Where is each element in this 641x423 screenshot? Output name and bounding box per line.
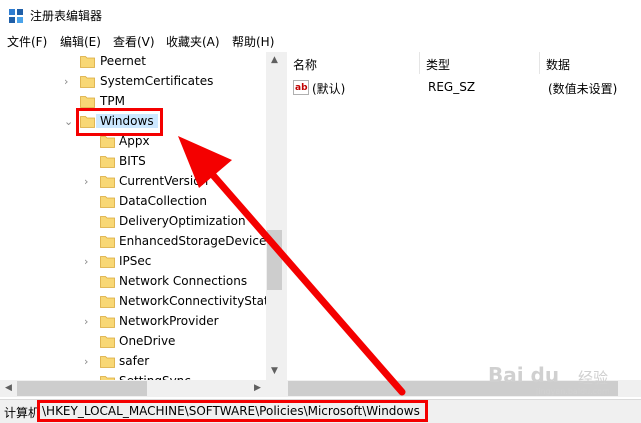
column-header-type[interactable]: 类型 — [420, 52, 540, 74]
folder-icon — [80, 56, 95, 68]
folder-icon — [100, 256, 115, 268]
title-bar: 注册表编辑器 — [0, 0, 641, 30]
folder-icon — [100, 196, 115, 208]
tree-scroll-thumb[interactable] — [267, 230, 282, 290]
tree-item-label: Network Connections — [119, 274, 248, 288]
path-highlight-box — [37, 400, 428, 422]
folder-icon — [100, 156, 115, 168]
svg-text:ab: ab — [295, 83, 308, 93]
tree-item[interactable]: DeliveryOptimization — [0, 212, 266, 232]
tree-item-label: safer — [119, 354, 150, 368]
window-title: 注册表编辑器 — [30, 9, 103, 23]
chevron-right-icon[interactable]: › — [64, 75, 74, 89]
chevron-right-icon[interactable]: › — [84, 255, 94, 269]
tree-item[interactable]: › safer — [0, 352, 266, 372]
value-row[interactable]: ab (默认) REG_SZ (数值未设置) — [287, 78, 641, 98]
values-list[interactable]: 名称 类型 数据 ab (默认) REG_SZ (数值未设置) — [287, 52, 641, 397]
tree-item-label: Peernet — [100, 54, 146, 68]
tree-vertical-scrollbar[interactable]: ▲ ▼ — [266, 52, 283, 380]
scroll-right-arrow-icon[interactable]: ▶ — [249, 380, 266, 397]
folder-icon — [100, 276, 115, 288]
column-header-name[interactable]: 名称 — [287, 52, 420, 74]
watermark-url: jingyan.baidu.com — [536, 387, 610, 396]
watermark-sub: 经验 — [578, 369, 609, 387]
folder-icon — [100, 136, 115, 148]
tree-item[interactable]: DataCollection — [0, 192, 266, 212]
folder-icon — [100, 316, 115, 328]
menu-bar: 文件(F) 编辑(E) 查看(V) 收藏夹(A) 帮助(H) — [0, 30, 641, 51]
tree-item[interactable]: Network Connections — [0, 272, 266, 292]
registry-tree[interactable]: Peernet › SystemCertificates TPM ⌄ Windows App… — [0, 52, 283, 397]
column-header-data[interactable]: 数据 — [540, 52, 641, 74]
folder-icon — [100, 296, 115, 308]
folder-icon — [80, 96, 95, 108]
folder-icon — [100, 336, 115, 348]
folder-icon — [100, 176, 115, 188]
tree-item[interactable]: Peernet — [0, 52, 266, 72]
tree-item[interactable]: › NetworkProvider — [0, 312, 266, 332]
scroll-left-arrow-icon[interactable]: ◀ — [0, 380, 17, 397]
value-data: (数值未设置) — [548, 82, 618, 96]
chevron-right-icon[interactable]: › — [84, 355, 94, 369]
tree-item-label: EnhancedStorageDevices — [119, 234, 273, 248]
menu-help[interactable]: 帮助(H) — [232, 33, 274, 50]
string-value-icon: ab — [293, 80, 309, 95]
tree-item-label: CurrentVersion — [119, 174, 209, 188]
status-prefix: 计算机 — [4, 406, 41, 420]
tree-item[interactable]: OneDrive — [0, 332, 266, 352]
tree-item-label: DataCollection — [119, 194, 208, 208]
folder-icon — [100, 216, 115, 228]
tree-horizontal-scrollbar[interactable]: ◀ ▶ — [0, 380, 283, 397]
menu-file[interactable]: 文件(F) — [7, 33, 47, 50]
tree-item-label: NetworkConnectivityStatu — [119, 294, 277, 308]
tree-item[interactable]: › SystemCertificates — [0, 72, 266, 92]
chevron-right-icon[interactable]: › — [84, 315, 94, 329]
windows-key-highlight-box — [76, 108, 163, 136]
menu-view[interactable]: 查看(V) — [113, 33, 155, 50]
tree-item-label: IPSec — [119, 254, 152, 268]
folder-icon — [80, 76, 95, 88]
scroll-up-arrow-icon[interactable]: ▲ — [266, 52, 283, 69]
tree-item[interactable]: BITS — [0, 152, 266, 172]
tree-item[interactable]: NetworkConnectivityStatu — [0, 292, 276, 312]
tree-item-label: NetworkProvider — [119, 314, 219, 328]
tree-item-label: DeliveryOptimization — [119, 214, 246, 228]
baidu-watermark: Bai du 经验 jingyan.baidu.com — [488, 363, 638, 397]
scroll-down-arrow-icon[interactable]: ▼ — [266, 363, 283, 380]
tree-item-label: Appx — [119, 134, 150, 148]
registry-editor-icon — [9, 9, 23, 23]
menu-favorites[interactable]: 收藏夹(A) — [166, 33, 220, 50]
tree-item-label: BITS — [119, 154, 146, 168]
value-type: REG_SZ — [428, 80, 476, 94]
folder-icon — [100, 356, 115, 368]
tree-item[interactable]: › IPSec — [0, 252, 266, 272]
chevron-right-icon[interactable]: › — [84, 175, 94, 189]
value-name: (默认) — [312, 82, 346, 96]
menu-edit[interactable]: 编辑(E) — [60, 33, 101, 50]
watermark-logo: Bai du — [488, 363, 560, 387]
tree-item[interactable]: EnhancedStorageDevices — [0, 232, 273, 252]
tree-item-label: SystemCertificates — [100, 74, 214, 88]
tree-hscroll-thumb[interactable] — [17, 381, 147, 396]
tree-item-label: TPM — [100, 94, 125, 108]
tree-item[interactable]: › CurrentVersion — [0, 172, 266, 192]
folder-icon — [100, 236, 115, 248]
tree-item-label: OneDrive — [119, 334, 176, 348]
chevron-down-icon[interactable]: ⌄ — [64, 115, 74, 129]
